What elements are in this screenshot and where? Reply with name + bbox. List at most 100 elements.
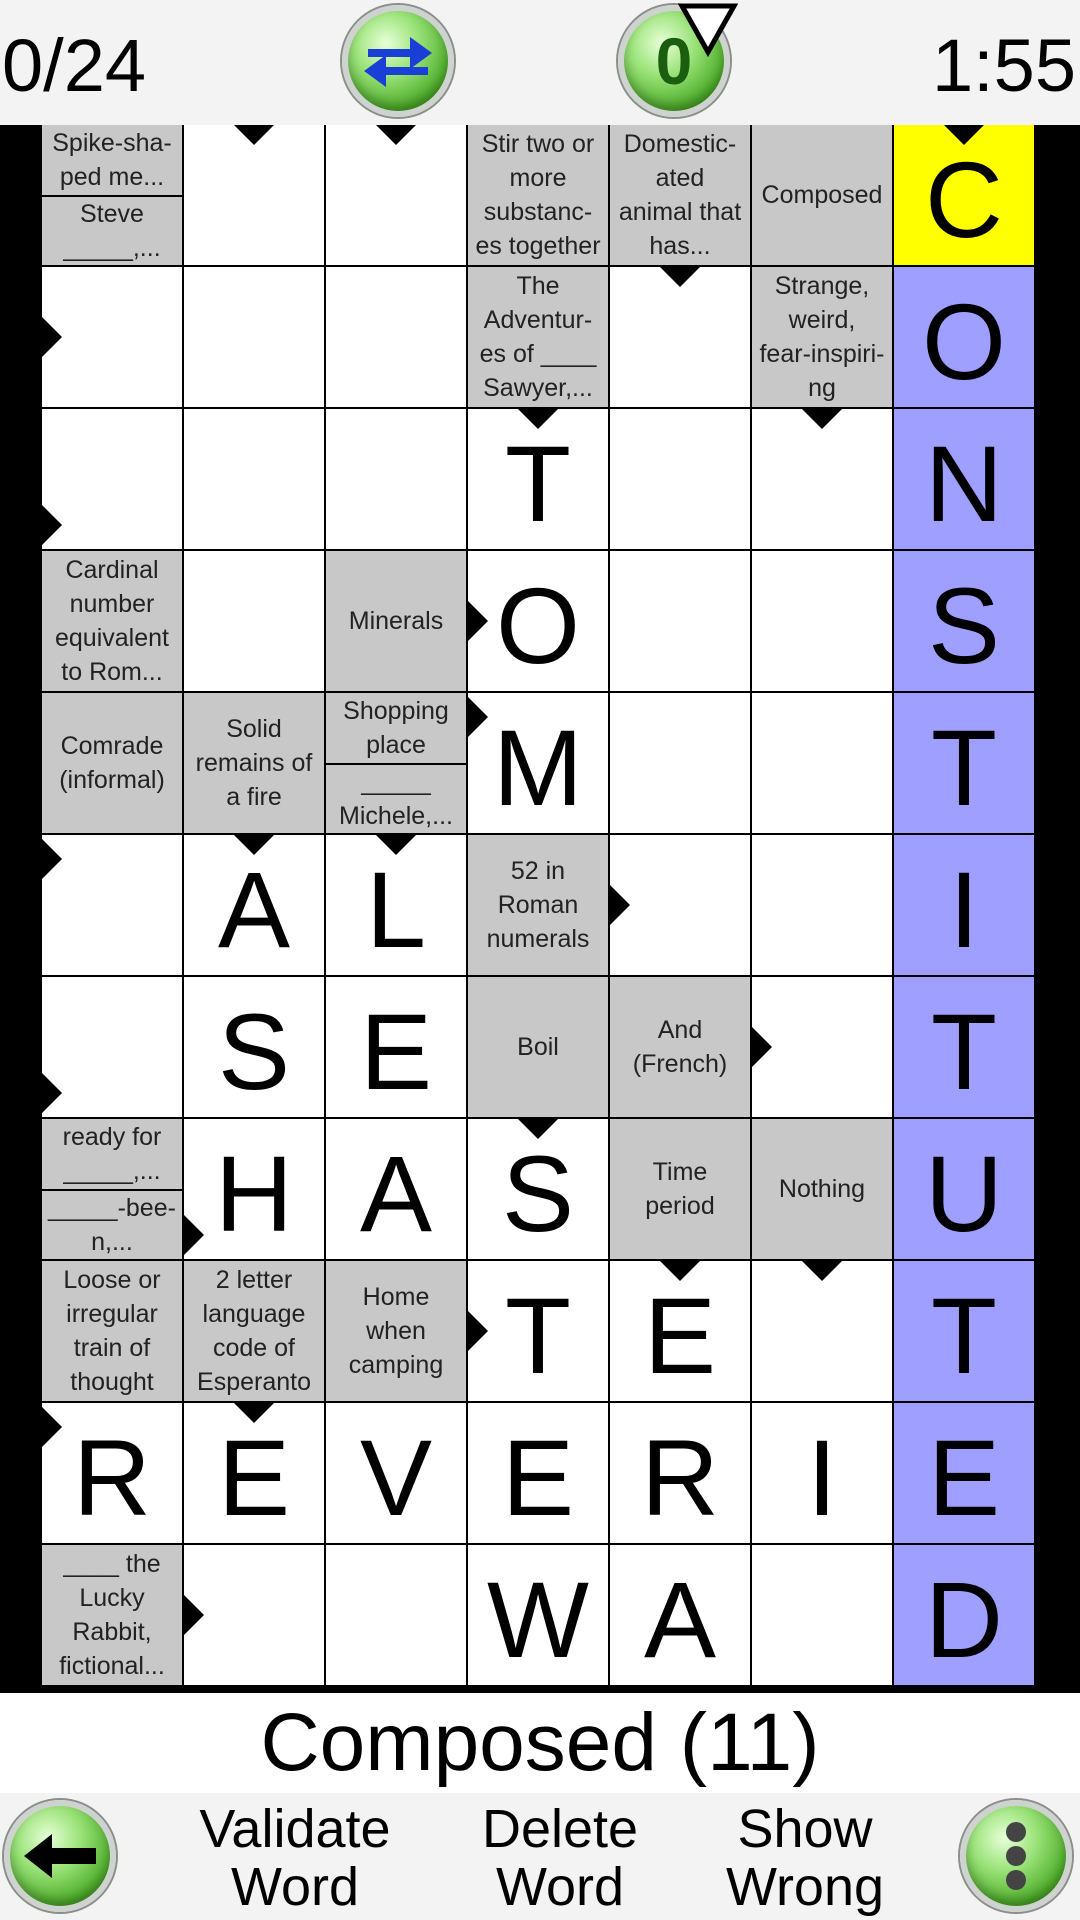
grid-cell[interactable]: A [326,1119,466,1259]
grid-cell[interactable]: I [752,1403,892,1543]
grid-cell[interactable] [610,835,750,975]
grid-cell[interactable]: H [184,1119,324,1259]
grid-cell[interactable] [42,977,182,1117]
grid-cell[interactable]: S [894,551,1034,691]
grid-cell[interactable]: E [610,1261,750,1401]
grid-cell[interactable]: A [610,1545,750,1685]
grid-cell[interactable] [42,835,182,975]
clue-cell-split[interactable]: Shopping place _____ Michele,... [326,693,466,833]
grid-cell[interactable] [752,1261,892,1401]
grid-cell[interactable] [184,409,324,549]
grid-cell[interactable]: R [610,1403,750,1543]
right-arrow-icon [468,1311,488,1351]
validate-word-button[interactable]: Validate Word [175,1800,415,1916]
grid-cell[interactable]: A [184,835,324,975]
grid-cell[interactable] [752,1545,892,1685]
clue-text: Minerals [348,607,444,635]
clue-cell[interactable]: Home when camping [326,1261,466,1401]
clue-cell[interactable]: Solid remains of a fire [184,693,324,833]
grid-cell[interactable] [326,1545,466,1685]
clue-cell[interactable]: Minerals [326,551,466,691]
back-button[interactable] [4,1800,116,1912]
grid-cell[interactable]: N [894,409,1034,549]
grid-cell[interactable] [326,409,466,549]
grid-cell[interactable]: O [468,551,608,691]
clue-cell[interactable]: ____ the Lucky Rabbit, fictional... [42,1545,182,1685]
grid-cell[interactable]: R [42,1403,182,1543]
cell-letter: E [217,1417,291,1538]
clue-text: ____ the Lucky Rabbit, fictional... [59,1550,165,1680]
clue-cell[interactable]: Nothing [752,1119,892,1259]
grid-cell[interactable]: T [894,1261,1034,1401]
grid-cell[interactable]: L [326,835,466,975]
grid-cell[interactable] [184,1545,324,1685]
cell-letter: O [495,565,580,686]
grid-cell[interactable]: O [894,267,1034,407]
grid-cell[interactable] [610,409,750,549]
clue-cell-split[interactable]: Spike-sha- ped me... Steve _____,... [42,125,182,265]
grid-cell[interactable]: M [468,693,608,833]
clue-cell[interactable]: Loose or irregular train of thought [42,1261,182,1401]
grid-cell[interactable]: D [894,1545,1034,1685]
grid-cell[interactable] [610,267,750,407]
timer: 1:55 [931,24,1076,107]
clue-cell[interactable]: Comrade (informal) [42,693,182,833]
clue-cell[interactable]: Stir two or more substanc- es together [468,125,608,265]
grid-cell[interactable] [610,551,750,691]
right-arrow-icon [752,1027,772,1067]
clue-cell[interactable]: 2 letter language code of Esperanto [184,1261,324,1401]
show-wrong-button[interactable]: Show Wrong [705,1800,905,1916]
grid-cell[interactable]: T [894,693,1034,833]
clue-cell[interactable]: Cardinal number equivalent to Rom... [42,551,182,691]
grid-cell[interactable]: U [894,1119,1034,1259]
grid-cell[interactable]: C [894,125,1034,265]
grid-cell[interactable]: S [184,977,324,1117]
grid-cell[interactable] [752,693,892,833]
grid-cell[interactable] [326,267,466,407]
grid-cell[interactable]: E [468,1403,608,1543]
grid-cell[interactable]: E [894,1403,1034,1543]
grid-cell[interactable]: W [468,1545,608,1685]
validate-label-line2: Word [230,1857,360,1917]
grid-cell[interactable] [184,267,324,407]
grid-cell[interactable]: E [326,977,466,1117]
grid-cell[interactable] [610,693,750,833]
grid-cell[interactable] [42,409,182,549]
grid-cell[interactable]: T [894,977,1034,1117]
clue-cell[interactable]: The Adventur- es of ____ Sawyer,... [468,267,608,407]
cell-letter [184,125,324,265]
menu-button[interactable] [960,1800,1072,1912]
clue-cell[interactable]: And (French) [610,977,750,1117]
grid-cell[interactable] [184,551,324,691]
grid-cell[interactable]: T [468,1261,608,1401]
delete-label-line2: Word [495,1857,625,1917]
clue-cell[interactable]: Composed [752,125,892,265]
clue-cell[interactable]: Strange, weird, fear-inspiri- ng [752,267,892,407]
grid-cell[interactable]: E [184,1403,324,1543]
right-arrow-icon [468,601,488,641]
clue-cell[interactable]: Boil [468,977,608,1117]
delete-word-button[interactable]: Delete Word [445,1800,675,1916]
clue-text: Stir two or more substanc- es together [475,130,601,260]
cell-letter [610,835,750,975]
grid-cell[interactable] [184,125,324,265]
grid-cell[interactable]: V [326,1403,466,1543]
grid-cell[interactable] [752,977,892,1117]
cell-letter [610,693,750,833]
grid-cell[interactable] [752,551,892,691]
cell-letter: L [365,849,427,970]
grid-cell[interactable]: I [894,835,1034,975]
clue-cell-split[interactable]: ready for _____,... _____-bee- n,... [42,1119,182,1259]
grid-cell[interactable] [326,125,466,265]
clue-cell[interactable]: Time period [610,1119,750,1259]
grid-cell[interactable] [752,409,892,549]
top-bar: 0/24 0 1:55 [0,0,1080,125]
clue-cell[interactable]: 52 in Roman numerals [468,835,608,975]
grid-cell[interactable] [752,835,892,975]
clue-text: Loose or irregular train of thought [63,1266,161,1396]
swap-direction-button[interactable] [342,5,454,117]
grid-cell[interactable]: T [468,409,608,549]
grid-cell[interactable] [42,267,182,407]
clue-cell[interactable]: Domestic- ated animal that has... [610,125,750,265]
grid-cell[interactable]: S [468,1119,608,1259]
